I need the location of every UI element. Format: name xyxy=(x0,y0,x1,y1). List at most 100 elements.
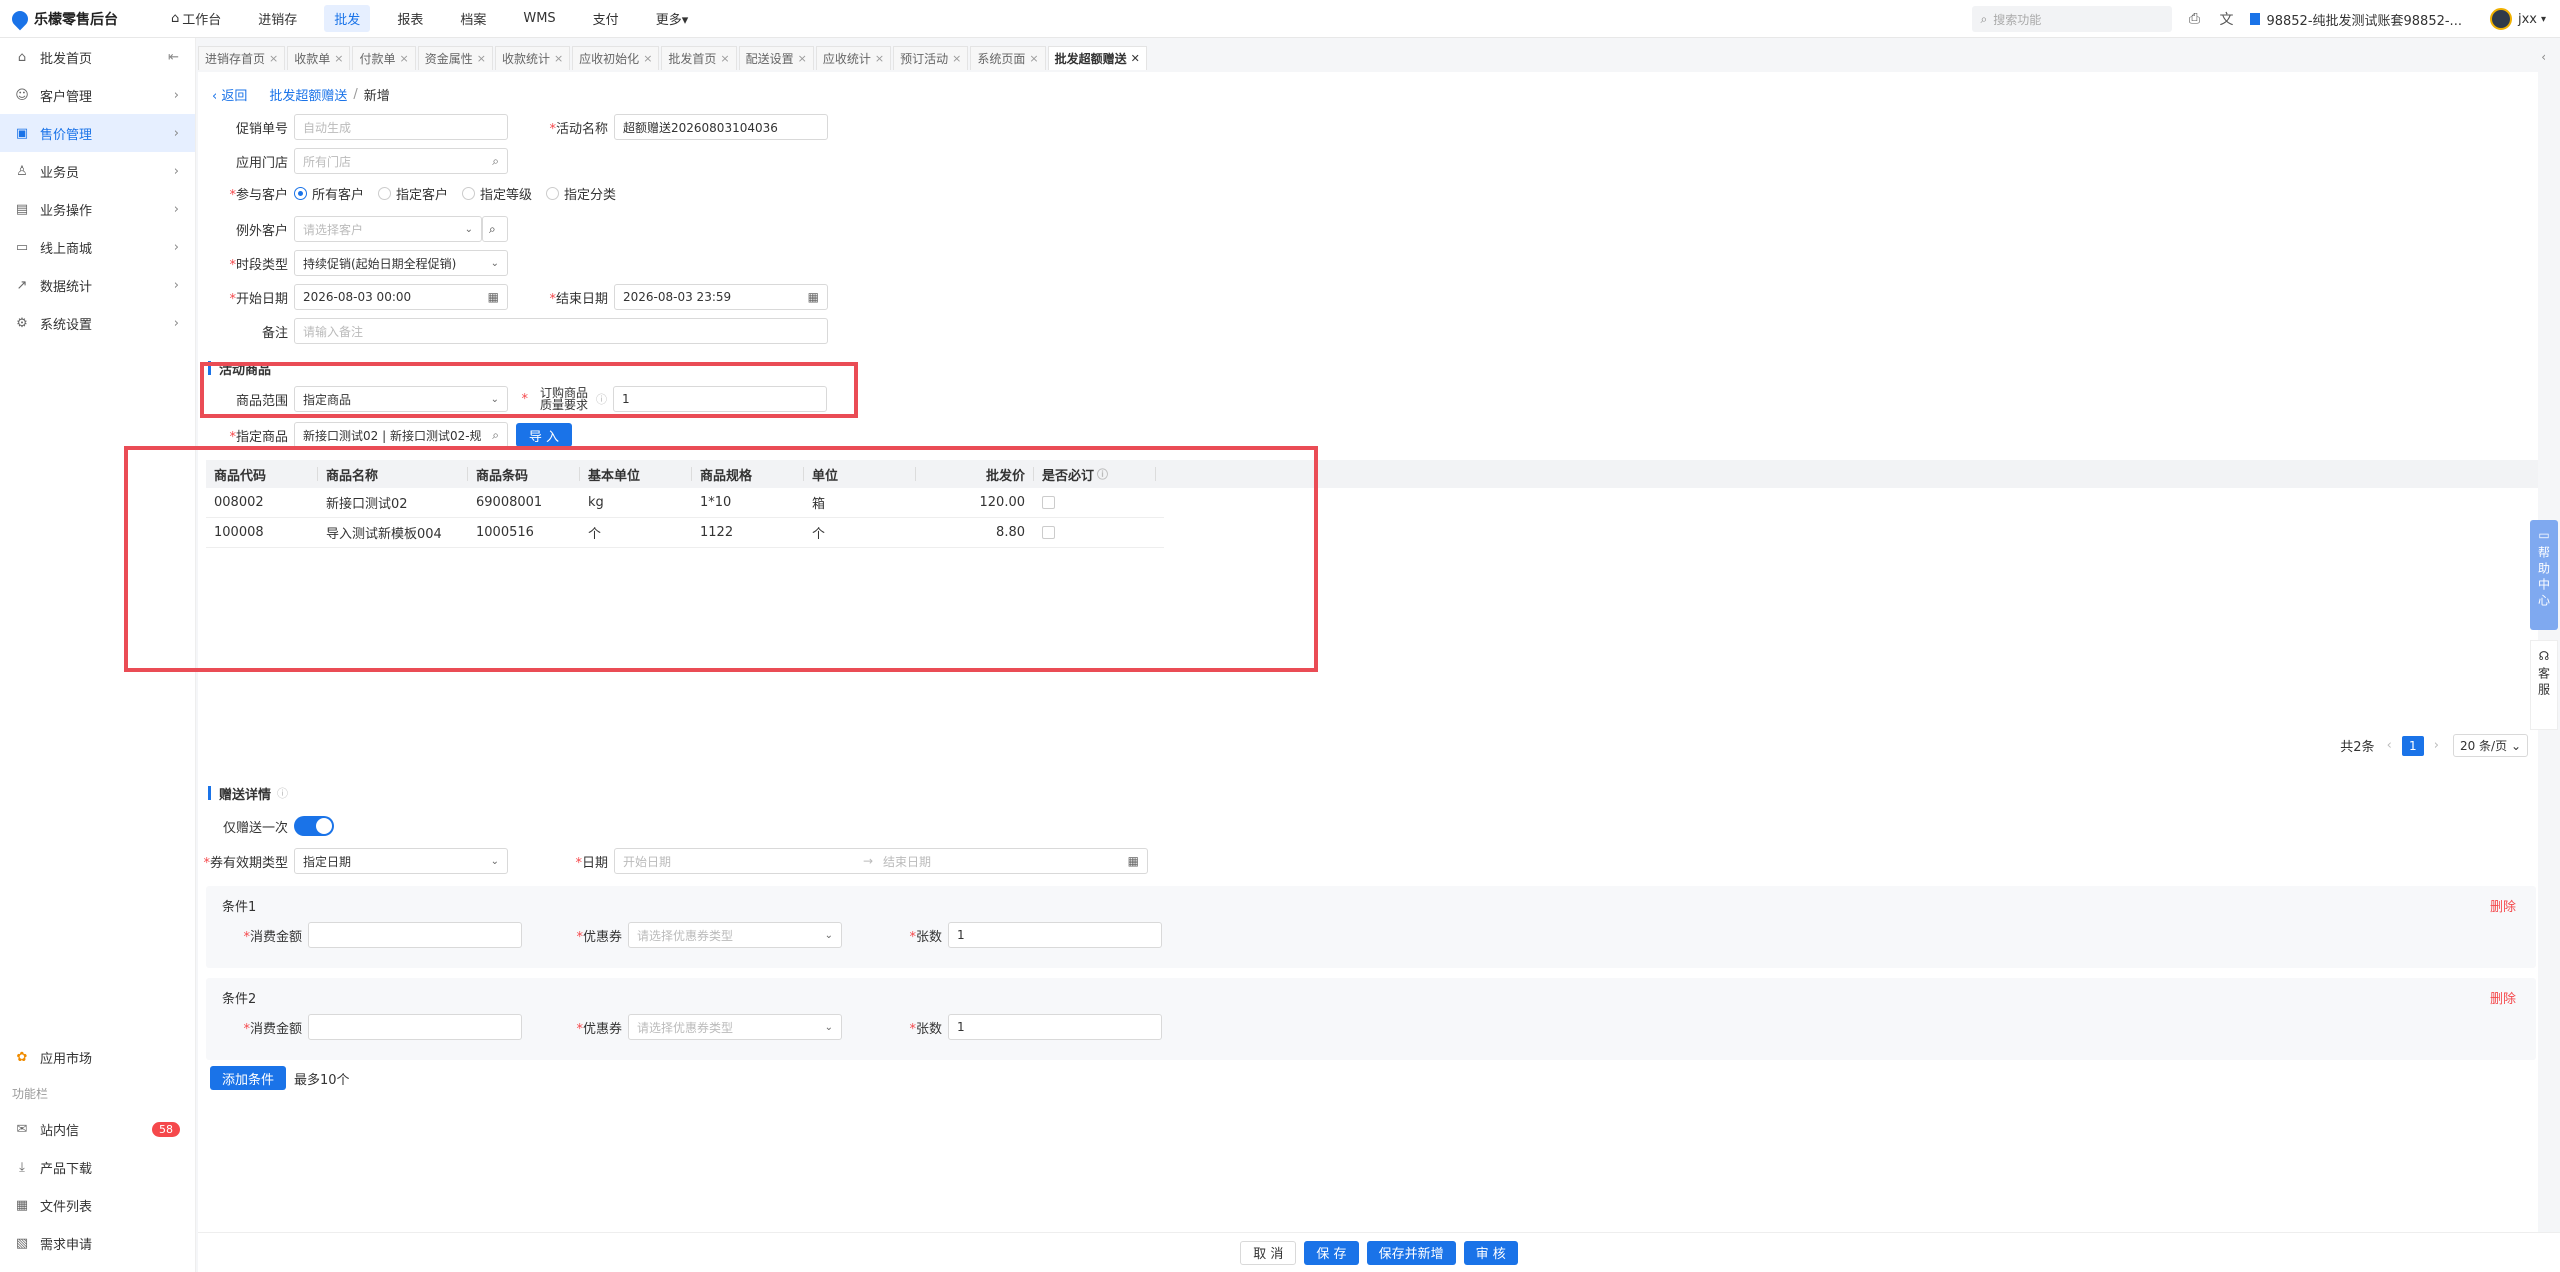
nav-archive[interactable]: 档案 xyxy=(450,5,496,32)
remark-field[interactable]: 请输入备注 xyxy=(294,318,828,344)
count-field[interactable]: 1 xyxy=(948,1014,1162,1040)
store-field[interactable]: 所有门店 ⌕ xyxy=(294,148,508,174)
end-date-field[interactable]: 2026-08-03 23:59 ▦ xyxy=(614,284,828,310)
collapse-icon[interactable]: ⇤ xyxy=(168,50,179,65)
delete-condition-button[interactable]: 删除 xyxy=(2490,988,2516,1007)
save-and-new-button[interactable]: 保存并新增 xyxy=(1366,1240,1456,1265)
sidebar-item-statistics[interactable]: ↗ 数据统计 › xyxy=(0,266,195,304)
tab-ar-init[interactable]: 应收初始化 × xyxy=(572,46,660,70)
customer-service-button[interactable]: ☊ 客服 xyxy=(2530,640,2558,730)
account-switch[interactable]: 98852-纯批发测试账套98852-... xyxy=(2250,10,2462,29)
radio-specified-level[interactable]: 指定等级 xyxy=(462,184,532,203)
app-market[interactable]: ✿ 应用市场 xyxy=(0,1038,196,1076)
page-number[interactable]: 1 xyxy=(2401,735,2424,756)
nav-more[interactable]: 更多▾ xyxy=(646,5,699,32)
radio-specified-customers[interactable]: 指定客户 xyxy=(378,184,448,203)
sidebar-item-salesman[interactable]: ♙ 业务员 › xyxy=(0,152,195,190)
cancel-button[interactable]: 取 消 xyxy=(1240,1240,1297,1265)
close-icon[interactable]: × xyxy=(720,52,729,65)
tab-receipt[interactable]: 收款单 × xyxy=(287,46,351,70)
amount-field[interactable] xyxy=(308,1014,522,1040)
search-input[interactable]: ⌕ 搜索功能 xyxy=(1972,6,2173,32)
tab-receipt-stats[interactable]: 收款统计 × xyxy=(494,46,571,70)
exclude-search-button[interactable]: ⌕ xyxy=(482,216,508,242)
period-type-select[interactable]: 持续促销(起始日期全程促销) ⌄ xyxy=(294,250,508,276)
func-item-messages[interactable]: ✉ 站内信 58 xyxy=(0,1110,196,1148)
nav-wms[interactable]: WMS xyxy=(513,7,565,30)
nav-reports[interactable]: 报表 xyxy=(387,5,433,32)
coupon-select[interactable]: 请选择优惠券类型 ⌄ xyxy=(628,1014,842,1040)
app-title: 乐檬零售后台 xyxy=(34,11,118,28)
nav-inventory[interactable]: 进销存 xyxy=(248,5,307,32)
tab-inventory-home[interactable]: 进销存首页 × xyxy=(198,46,286,70)
add-condition-button[interactable]: 添加条件 xyxy=(210,1066,287,1090)
search-icon[interactable]: ⌕ xyxy=(492,154,499,169)
tab-excess-gift[interactable]: 批发超额赠送 ✕ xyxy=(1047,46,1147,70)
tab-ar-stats[interactable]: 应收统计 × xyxy=(815,46,892,70)
app-market-icon: ✿ xyxy=(16,1049,28,1065)
chevron-down-icon: ▾ xyxy=(2540,13,2546,25)
tabs-more-icon[interactable]: ‹ xyxy=(2541,50,2546,64)
once-toggle[interactable] xyxy=(294,816,334,836)
close-icon[interactable]: × xyxy=(554,52,563,65)
download-icon: ⤓ xyxy=(19,1159,25,1175)
coupon-type-select[interactable]: 指定日期 ⌄ xyxy=(294,848,508,874)
tab-delivery[interactable]: 配送设置 × xyxy=(738,46,814,70)
close-icon[interactable]: × xyxy=(477,52,486,65)
promo-no-field[interactable]: 自动生成 xyxy=(294,114,508,140)
tab-fund-attr[interactable]: 资金属性 × xyxy=(417,46,493,70)
prev-page-icon[interactable]: ‹ xyxy=(2387,738,2392,753)
close-icon[interactable]: × xyxy=(399,52,408,65)
nav-wholesale[interactable]: 批发 xyxy=(324,5,371,32)
help-center-button[interactable]: ▭ 帮助中心 xyxy=(2530,520,2558,630)
func-item-downloads[interactable]: ⤓ 产品下载 xyxy=(0,1148,196,1186)
sidebar-bottom: ✿ 应用市场 功能栏 ✉ 站内信 58 ⤓ 产品下载 ▦ 文件列表 ▧ 需求申请 xyxy=(0,1038,196,1262)
gift-date-range[interactable]: 开始日期 → 结束日期 ▦ xyxy=(614,848,1148,874)
tab-payment[interactable]: 付款单 × xyxy=(352,46,416,70)
close-icon[interactable]: × xyxy=(643,52,652,65)
sidebar-item-wholesale-home[interactable]: ⌂ 批发首页 ⇤ xyxy=(0,38,195,76)
sidebar-item-pricing[interactable]: ▣ 售价管理 › xyxy=(0,114,195,152)
exclude-customer-select[interactable]: 请选择客户 ⌄ xyxy=(294,216,482,242)
close-icon[interactable]: × xyxy=(875,52,884,65)
next-page-icon[interactable]: › xyxy=(2434,738,2439,753)
nav-payment[interactable]: 支付 xyxy=(583,5,629,32)
app-logo[interactable]: 乐檬零售后台 xyxy=(8,7,147,30)
amount-field[interactable] xyxy=(308,922,522,948)
sidebar-item-operations[interactable]: ▤ 业务操作 › xyxy=(0,190,195,228)
translate-icon[interactable]: 文 xyxy=(2218,11,2234,28)
activity-name-field[interactable]: 超额赠送20260803104036 xyxy=(614,114,828,140)
tab-wholesale-home[interactable]: 批发首页 × xyxy=(661,46,737,70)
close-icon[interactable]: × xyxy=(952,52,961,65)
sidebar-item-settings[interactable]: ⚙ 系统设置 › xyxy=(0,304,195,342)
import-button[interactable]: 导 入 xyxy=(516,423,572,447)
audit-button[interactable]: 审 核 xyxy=(1463,1240,1518,1265)
page-size-select[interactable]: 20 条/页 ⌄ xyxy=(2452,734,2528,757)
count-field[interactable]: 1 xyxy=(948,922,1162,948)
nav-workbench[interactable]: ⌂ 工作台 xyxy=(161,5,231,32)
radio-specified-category[interactable]: 指定分类 xyxy=(546,184,616,203)
delete-condition-button[interactable]: 删除 xyxy=(2490,896,2516,915)
tab-system-page[interactable]: 系统页面 × xyxy=(970,46,1046,70)
close-icon[interactable]: × xyxy=(334,52,343,65)
sidebar-item-online-mall[interactable]: ▭ 线上商城 › xyxy=(0,228,195,266)
breadcrumb-separator: / xyxy=(353,87,358,102)
specified-goods-field[interactable]: 新接口测试02 | 新接口测试02-规 ⌕ xyxy=(294,422,508,448)
func-item-files[interactable]: ▦ 文件列表 xyxy=(0,1186,196,1224)
close-icon[interactable]: × xyxy=(1029,52,1038,65)
save-button[interactable]: 保 存 xyxy=(1304,1240,1359,1265)
breadcrumb-parent[interactable]: 批发超额赠送 xyxy=(269,85,347,104)
tab-preorder[interactable]: 预订活动 × xyxy=(893,46,969,70)
close-icon[interactable]: × xyxy=(798,52,807,65)
start-date-field[interactable]: 2026-08-03 00:00 ▦ xyxy=(294,284,508,310)
back-link[interactable]: ‹ 返回 xyxy=(212,85,247,104)
printer-icon[interactable]: ⎙ xyxy=(2186,11,2202,27)
close-icon[interactable]: ✕ xyxy=(1131,52,1140,65)
user-menu[interactable]: jxx ▾ xyxy=(2489,8,2546,30)
radio-all-customers[interactable]: 所有客户 xyxy=(294,184,364,203)
func-item-requests[interactable]: ▧ 需求申请 xyxy=(0,1224,196,1262)
close-icon[interactable]: × xyxy=(269,52,278,65)
search-icon[interactable]: ⌕ xyxy=(492,427,499,443)
coupon-select[interactable]: 请选择优惠券类型 ⌄ xyxy=(628,922,842,948)
sidebar-item-customers[interactable]: ☺ 客户管理 › xyxy=(0,76,195,114)
